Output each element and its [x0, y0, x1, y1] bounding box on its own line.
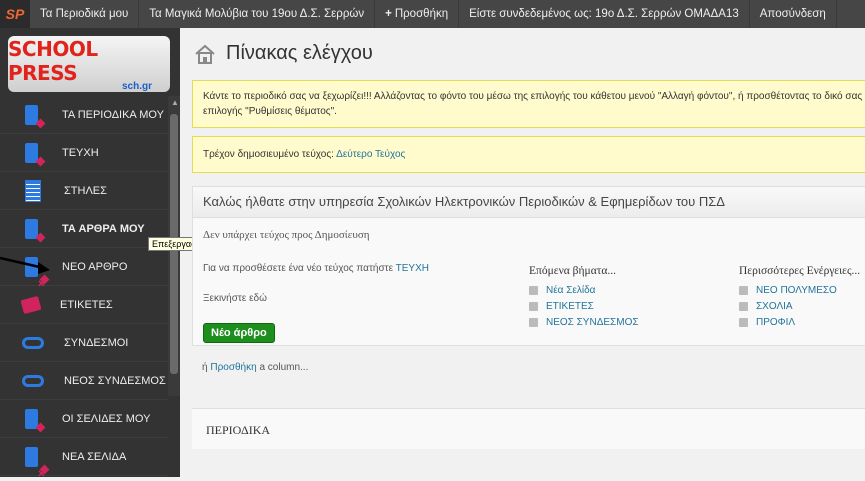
new-article-button[interactable]: Νέο άρθρο	[203, 323, 275, 343]
comments-link[interactable]: ΣΧΟΛΙΑ	[739, 301, 860, 312]
no-issue-text: Δεν υπάρχει τεύχος προς Δημοσίευση	[203, 229, 370, 241]
school-press-logo[interactable]: SCHOOL PRESS sch.gr	[8, 36, 170, 92]
new-page-link[interactable]: Νέα Σελίδα	[529, 285, 639, 296]
add-new-link[interactable]: + Προσθήκη	[375, 0, 460, 28]
new-media-link[interactable]: ΝΕΟ ΠΟΛΥΜΕΣΟ	[739, 285, 860, 296]
sidebar-item-tags[interactable]: ΕΤΙΚΕΤΕΣ	[0, 286, 168, 324]
sidebar-item-new-page[interactable]: ΝΕΑ ΣΕΛΙΔΑ	[0, 438, 168, 476]
profile-link[interactable]: ΠΡΟΦΙΛ	[739, 317, 860, 328]
issues-link[interactable]: ΤΕΥΧΗ	[396, 263, 429, 274]
my-magazines-link[interactable]: Τα Περιοδικά μου	[30, 0, 140, 28]
sidebar-item-new-link[interactable]: ΝΕΟΣ ΣΥΝΔΕΣΜΟΣ	[0, 362, 168, 400]
add-issue-text: Για να προσθέσετε ένα νέο τεύχος πατήστε…	[203, 263, 429, 274]
media-icon	[739, 286, 748, 295]
page-title: Πίνακας ελέγχου	[226, 42, 373, 64]
doc-plus-icon	[25, 446, 38, 467]
sidebar-menu: ΤΑ ΠΕΡΙΟΔΙΚΑ ΜΟΥ ΤΕΥΧΗ ΣΤΗΛΕΣ ΤΑ ΑΡΘΡΑ Μ…	[0, 96, 168, 476]
logged-in-as[interactable]: Είστε συνδεδεμένος ως: 19ο Δ.Σ. Σερρών Ο…	[459, 0, 750, 28]
main-content: Πίνακας ελέγχου Κάντε το περιοδικό σας ν…	[180, 28, 865, 477]
link-icon	[22, 336, 44, 349]
doc-icon	[25, 104, 38, 125]
sidebar-item-my-magazines[interactable]: ΤΑ ΠΕΡΙΟΔΙΚΑ ΜΟΥ	[0, 96, 168, 134]
more-actions: Περισσότερες Ενέργειες... ΝΕΟ ΠΟΛΥΜΕΣΟ Σ…	[739, 265, 861, 328]
site-name-link[interactable]: Τα Μαγικά Μολύβια του 19ου Δ.Σ. Σερρών	[139, 0, 376, 28]
annotation-arrow-icon	[0, 256, 50, 274]
new-link-link[interactable]: ΝΕΟΣ ΣΥΝΔΕΣΜΟΣ	[529, 317, 639, 328]
logout-link[interactable]: Αποσύνδεση	[750, 0, 837, 28]
magazines-panel: ΠΕΡΙΟΔΙΚΑ	[192, 408, 865, 449]
sidebar-item-my-pages[interactable]: ΟΙ ΣΕΛΙΔΕΣ ΜΟΥ	[0, 400, 168, 438]
sidebar-item-links[interactable]: ΣΥΝΔΕΣΜΟΙ	[0, 324, 168, 362]
doc-icon	[25, 142, 38, 163]
start-here-text: Ξεκινήστε εδώ	[203, 293, 267, 304]
columns-icon	[25, 179, 41, 202]
home-icon	[195, 44, 215, 64]
magazines-title: ΠΕΡΙΟΔΙΚΑ	[206, 423, 271, 437]
next-steps: Επόμενα βήματα... Νέα Σελίδα ΕΤΙΚΕΤΕΣ ΝΕ…	[529, 265, 639, 328]
add-column-link[interactable]: Προσθήκη	[210, 362, 256, 373]
tag-icon	[529, 302, 538, 311]
link-plus-icon	[22, 374, 44, 387]
add-column-text: ή Προσθήκη a column...	[202, 362, 309, 373]
page-icon	[529, 286, 538, 295]
welcome-panel: Καλώς ήλθατε στην υπηρεσία Σχολικών Ηλεκ…	[192, 186, 865, 346]
admin-bar: SP Τα Περιοδικά μου Τα Μαγικά Μολύβια το…	[0, 0, 865, 28]
theme-notice: Κάντε το περιοδικό σας να ξεχωρίζει!!! Α…	[192, 80, 865, 128]
sidebar-item-issues[interactable]: ΤΕΥΧΗ	[0, 134, 168, 172]
comment-icon	[739, 302, 748, 311]
tags-link[interactable]: ΕΤΙΚΕΤΕΣ	[529, 301, 639, 312]
sidebar-item-columns[interactable]: ΣΤΗΛΕΣ	[0, 172, 168, 210]
current-issue-notice: Τρέχον δημοσιευμένο τεύχος: Δεύτερο Τεύχ…	[192, 136, 865, 173]
plus-icon: +	[385, 8, 392, 20]
scroll-up-icon[interactable]: ▲	[171, 98, 179, 107]
page-header: Πίνακας ελέγχου	[194, 42, 373, 65]
doc-icon	[25, 408, 38, 429]
site-logo-small[interactable]: SP	[0, 0, 30, 28]
link-icon	[529, 318, 538, 327]
tag-icon	[20, 295, 42, 314]
profile-icon	[739, 318, 748, 327]
current-issue-link[interactable]: Δεύτερο Τεύχος	[336, 149, 405, 160]
welcome-title: Καλώς ήλθατε στην υπηρεσία Σχολικών Ηλεκ…	[193, 187, 865, 218]
